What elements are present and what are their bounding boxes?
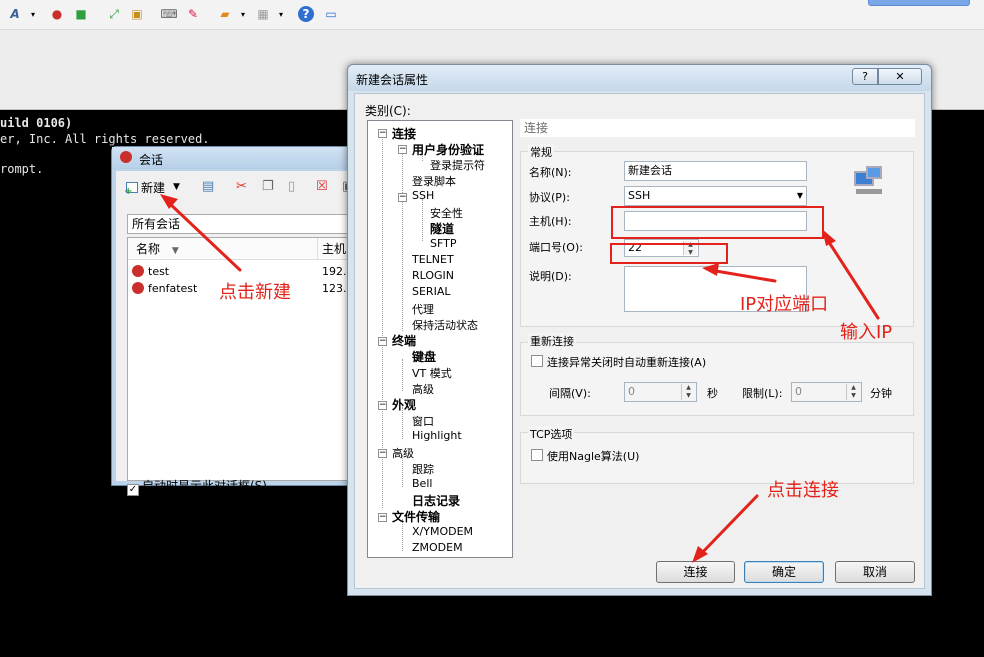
annotation-ip-port: IP对应端口 bbox=[740, 294, 829, 315]
annotation-click-connect: 点击连接 bbox=[767, 480, 839, 501]
annotation-arrows bbox=[160, 194, 880, 563]
annotation-click-new: 点击新建 bbox=[219, 282, 291, 303]
annotation-input-ip: 输入IP bbox=[840, 322, 893, 343]
